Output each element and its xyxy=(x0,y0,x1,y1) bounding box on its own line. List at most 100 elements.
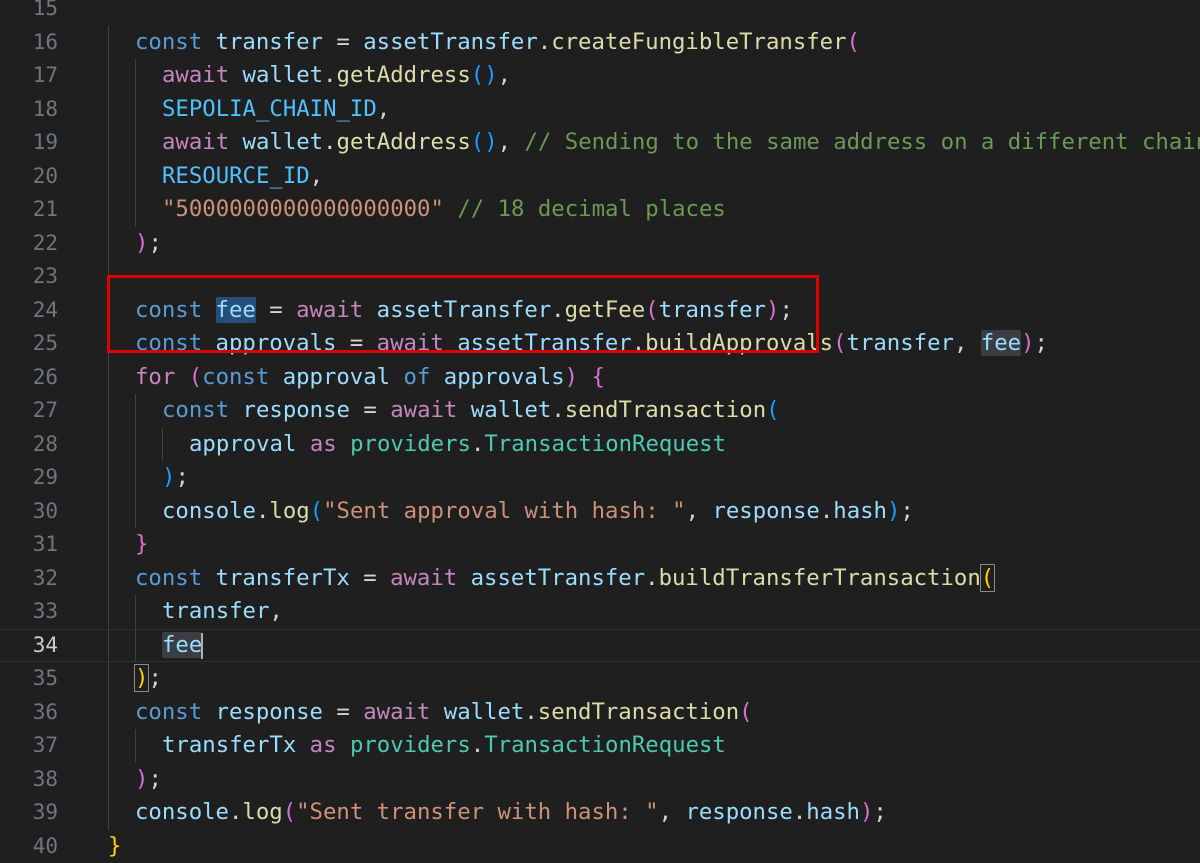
code-token: hash xyxy=(833,497,887,524)
code-text[interactable]: } xyxy=(135,528,148,562)
code-line[interactable]: 38); xyxy=(0,762,1200,797)
code-token: ) xyxy=(564,363,579,390)
code-token: ( xyxy=(309,497,324,524)
code-text[interactable]: const transfer = assetTransfer.createFun… xyxy=(135,26,860,60)
code-token: ; xyxy=(175,464,189,490)
code-text[interactable]: const fee = await assetTransfer.getFee(t… xyxy=(135,294,793,328)
code-text[interactable]: RESOURCE_ID, xyxy=(162,160,323,194)
code-line[interactable]: 24 const fee = await assetTransfer.getFee… xyxy=(0,293,1200,328)
code-token: ) xyxy=(135,229,149,256)
code-token: sendTransaction xyxy=(564,397,767,423)
code-token: ( xyxy=(979,563,996,592)
code-line[interactable]: 17 await wallet.getAddress(), xyxy=(0,59,1200,93)
code-editor[interactable]: 40} 39 console.log("Sent transfer with has… xyxy=(0,0,1200,863)
line-number: 25 xyxy=(32,331,58,355)
indent-guide xyxy=(108,260,109,294)
code-token: const xyxy=(135,564,216,591)
line-number: 31 xyxy=(32,532,58,556)
code-token: await xyxy=(363,698,444,725)
indent-guide xyxy=(108,360,109,394)
code-text[interactable]: for (const approval of approvals) { xyxy=(135,361,605,395)
code-text[interactable]: await wallet.getAddress(), xyxy=(162,59,511,93)
code-token: assetTransfer xyxy=(363,28,538,55)
code-line[interactable]: 28 approval as providers.TransactionReque… xyxy=(0,427,1200,462)
code-token: buildTransferTransaction xyxy=(658,564,981,591)
code-token: wallet xyxy=(242,62,324,88)
code-line[interactable]: 26 for (const approval of approvals) { xyxy=(0,360,1200,395)
code-token: getAddress xyxy=(336,129,471,155)
code-line[interactable]: 40} xyxy=(0,830,1200,863)
code-line[interactable]: 22); xyxy=(0,226,1200,261)
code-text[interactable]: const response = await wallet.sendTransa… xyxy=(135,696,753,730)
code-line[interactable]: 31} xyxy=(0,528,1200,562)
code-line[interactable]: 20 RESOURCE_ID, xyxy=(0,159,1200,194)
code-text[interactable]: transfer, xyxy=(162,595,283,629)
indent-guide xyxy=(108,159,109,193)
line-number: 16 xyxy=(32,29,58,54)
code-text[interactable]: } xyxy=(108,830,121,863)
code-line[interactable]: 19 await wallet.getAddress(), // Sending … xyxy=(0,126,1200,160)
code-line[interactable]: 18 SEPOLIA_CHAIN_ID, xyxy=(0,92,1200,127)
code-line[interactable]: 34 fee xyxy=(0,628,1200,663)
code-line[interactable]: 35); xyxy=(0,662,1200,696)
code-line[interactable]: 16 const transfer = assetTransfer.createF… xyxy=(0,25,1200,60)
code-line[interactable]: 23 xyxy=(0,260,1200,294)
line-number: 19 xyxy=(32,130,58,154)
code-line[interactable]: 33 transfer, xyxy=(0,595,1200,629)
indent-guide xyxy=(108,628,109,662)
code-text[interactable]: fee xyxy=(162,629,203,663)
code-text[interactable]: transferTx as providers.TransactionReque… xyxy=(162,729,726,763)
code-text[interactable]: console.log("Sent approval with hash: ",… xyxy=(162,495,914,529)
code-line[interactable]: 25 const approvals = await assetTransfer.… xyxy=(0,327,1200,361)
code-text[interactable]: ); xyxy=(135,763,162,797)
indent-guide xyxy=(108,595,109,629)
code-line[interactable]: 21 "5000000000000000000" // 18 decimal pl… xyxy=(0,193,1200,227)
code-text[interactable]: ); xyxy=(162,461,189,495)
code-line[interactable]: 39 console.log("Sent transfer with hash: … xyxy=(0,796,1200,830)
code-token: , xyxy=(953,330,981,356)
code-text[interactable]: console.log("Sent transfer with hash: ",… xyxy=(135,796,887,830)
indent-guide xyxy=(135,494,136,528)
indent-guide xyxy=(108,193,109,227)
indent-guide xyxy=(135,628,136,662)
code-token: = xyxy=(322,698,364,725)
indent-guide xyxy=(135,394,136,428)
code-line[interactable]: 32 const transferTx = await assetTransfer… xyxy=(0,561,1200,596)
code-text[interactable]: const response = await wallet.sendTransa… xyxy=(162,394,780,428)
indent-guide xyxy=(135,461,136,495)
code-token: . xyxy=(819,497,834,524)
code-token: , xyxy=(497,62,512,88)
code-line[interactable]: 36 const response = await wallet.sendTran… xyxy=(0,695,1200,730)
indent-guide xyxy=(135,193,136,227)
code-token: } xyxy=(135,531,149,557)
code-token: approval xyxy=(189,430,297,457)
code-token: log xyxy=(242,799,283,825)
code-text[interactable]: approval as providers.TransactionRequest xyxy=(189,428,726,462)
code-text[interactable]: const transferTx = await assetTransfer.b… xyxy=(135,562,996,596)
indent-guide xyxy=(108,59,109,93)
code-token: ) xyxy=(1021,330,1035,356)
code-text[interactable]: await wallet.getAddress(), // Sending to… xyxy=(162,126,1200,160)
code-token: const xyxy=(135,698,216,725)
code-line[interactable]: 27 const response = await wallet.sendTran… xyxy=(0,394,1200,428)
indent-guide xyxy=(108,92,109,126)
code-token: . xyxy=(631,330,646,356)
indent-guide xyxy=(108,126,109,160)
code-line[interactable]: 15 xyxy=(0,0,1200,26)
code-text[interactable]: ); xyxy=(135,227,162,261)
code-token: for xyxy=(135,363,189,390)
code-line[interactable]: 30 console.log("Sent approval with hash: … xyxy=(0,494,1200,529)
code-text[interactable]: const approvals = await assetTransfer.bu… xyxy=(135,327,1048,361)
code-token: ) xyxy=(766,296,780,323)
code-line[interactable]: 29); xyxy=(0,461,1200,495)
code-text[interactable]: SEPOLIA_CHAIN_ID, xyxy=(162,93,390,127)
line-number: 35 xyxy=(32,666,58,690)
code-line[interactable]: 37 transferTx as providers.TransactionReq… xyxy=(0,729,1200,763)
code-token: transfer xyxy=(846,330,954,356)
code-token: ; xyxy=(873,799,887,825)
code-token: await xyxy=(296,296,377,323)
code-text[interactable]: "5000000000000000000" // 18 decimal plac… xyxy=(162,193,726,227)
code-text[interactable]: ); xyxy=(133,662,162,696)
indent-guide xyxy=(135,159,136,193)
code-token: . xyxy=(645,564,659,591)
